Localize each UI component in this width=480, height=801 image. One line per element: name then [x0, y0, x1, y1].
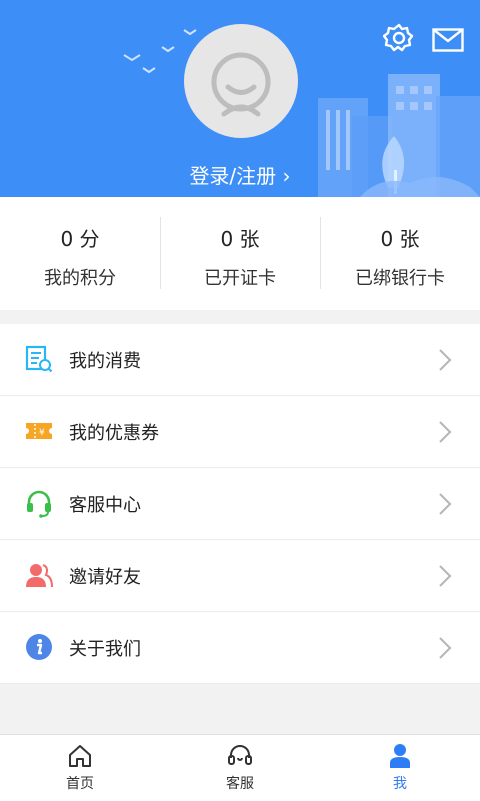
stat-label: 已绑银行卡	[355, 268, 445, 289]
tab-me[interactable]: 我	[320, 735, 480, 801]
chevron-right-icon	[439, 421, 452, 443]
avatar[interactable]	[184, 24, 298, 138]
person-icon	[390, 744, 410, 768]
login-label: 登录/注册	[189, 164, 277, 188]
receipt-icon	[25, 345, 53, 373]
headset-icon	[27, 490, 51, 518]
menu-item-label: 关于我们	[69, 638, 141, 660]
tab-label: 客服	[226, 776, 254, 792]
stat-value: 0 张	[380, 227, 420, 251]
chevron-right-icon: ›	[282, 164, 291, 188]
invite-friends-icon	[26, 564, 53, 588]
menu-item-label: 我的消费	[69, 350, 141, 372]
gear-icon[interactable]	[383, 22, 415, 54]
menu-item-invite-friends[interactable]: 邀请好友	[0, 540, 480, 612]
coupon-icon: ¥	[26, 423, 52, 439]
chevron-right-icon	[439, 493, 452, 515]
chevron-right-icon	[439, 637, 452, 659]
menu-item-label: 邀请好友	[69, 566, 141, 588]
stats-panel: 0 分 我的积分 0 张 已开证卡 0 张 已绑银行卡	[0, 197, 480, 310]
bank-cards-stat[interactable]: 0 张 已绑银行卡	[320, 197, 480, 310]
menu-item-label: 客服中心	[69, 494, 141, 516]
tab-customer-service[interactable]: 客服	[160, 735, 320, 801]
tab-label: 首页	[66, 776, 94, 792]
bottom-tab-bar: 首页 客服 我	[0, 734, 480, 801]
headset-icon	[228, 745, 252, 765]
menu-item-coupons[interactable]: ¥ 我的优惠券	[0, 396, 480, 468]
issued-cards-stat[interactable]: 0 张 已开证卡	[160, 197, 320, 310]
points-stat[interactable]: 0 分 我的积分	[0, 197, 160, 310]
mail-icon[interactable]	[432, 28, 464, 52]
login-register-link[interactable]: 登录/注册 ›	[0, 160, 480, 189]
menu-list: 我的消费 ¥ 我的优惠券 客服中心 邀请好友 关于我们	[0, 324, 480, 684]
home-icon	[69, 745, 91, 767]
stat-label: 已开证卡	[204, 268, 276, 289]
chevron-right-icon	[439, 349, 452, 371]
chevron-right-icon	[439, 565, 452, 587]
profile-header: 登录/注册 ›	[0, 0, 480, 197]
stat-value: 0 张	[220, 227, 260, 251]
menu-item-customer-service[interactable]: 客服中心	[0, 468, 480, 540]
stat-value: 0 分	[60, 227, 100, 251]
default-avatar-icon	[211, 52, 271, 117]
menu-item-about-us[interactable]: 关于我们	[0, 612, 480, 684]
info-icon	[26, 634, 52, 660]
svg-text:¥: ¥	[39, 428, 45, 438]
tab-label: 我	[393, 776, 407, 792]
tab-home[interactable]: 首页	[0, 735, 160, 801]
menu-item-label: 我的优惠券	[69, 422, 159, 444]
menu-item-consumption[interactable]: 我的消费	[0, 324, 480, 396]
stat-label: 我的积分	[44, 268, 116, 289]
